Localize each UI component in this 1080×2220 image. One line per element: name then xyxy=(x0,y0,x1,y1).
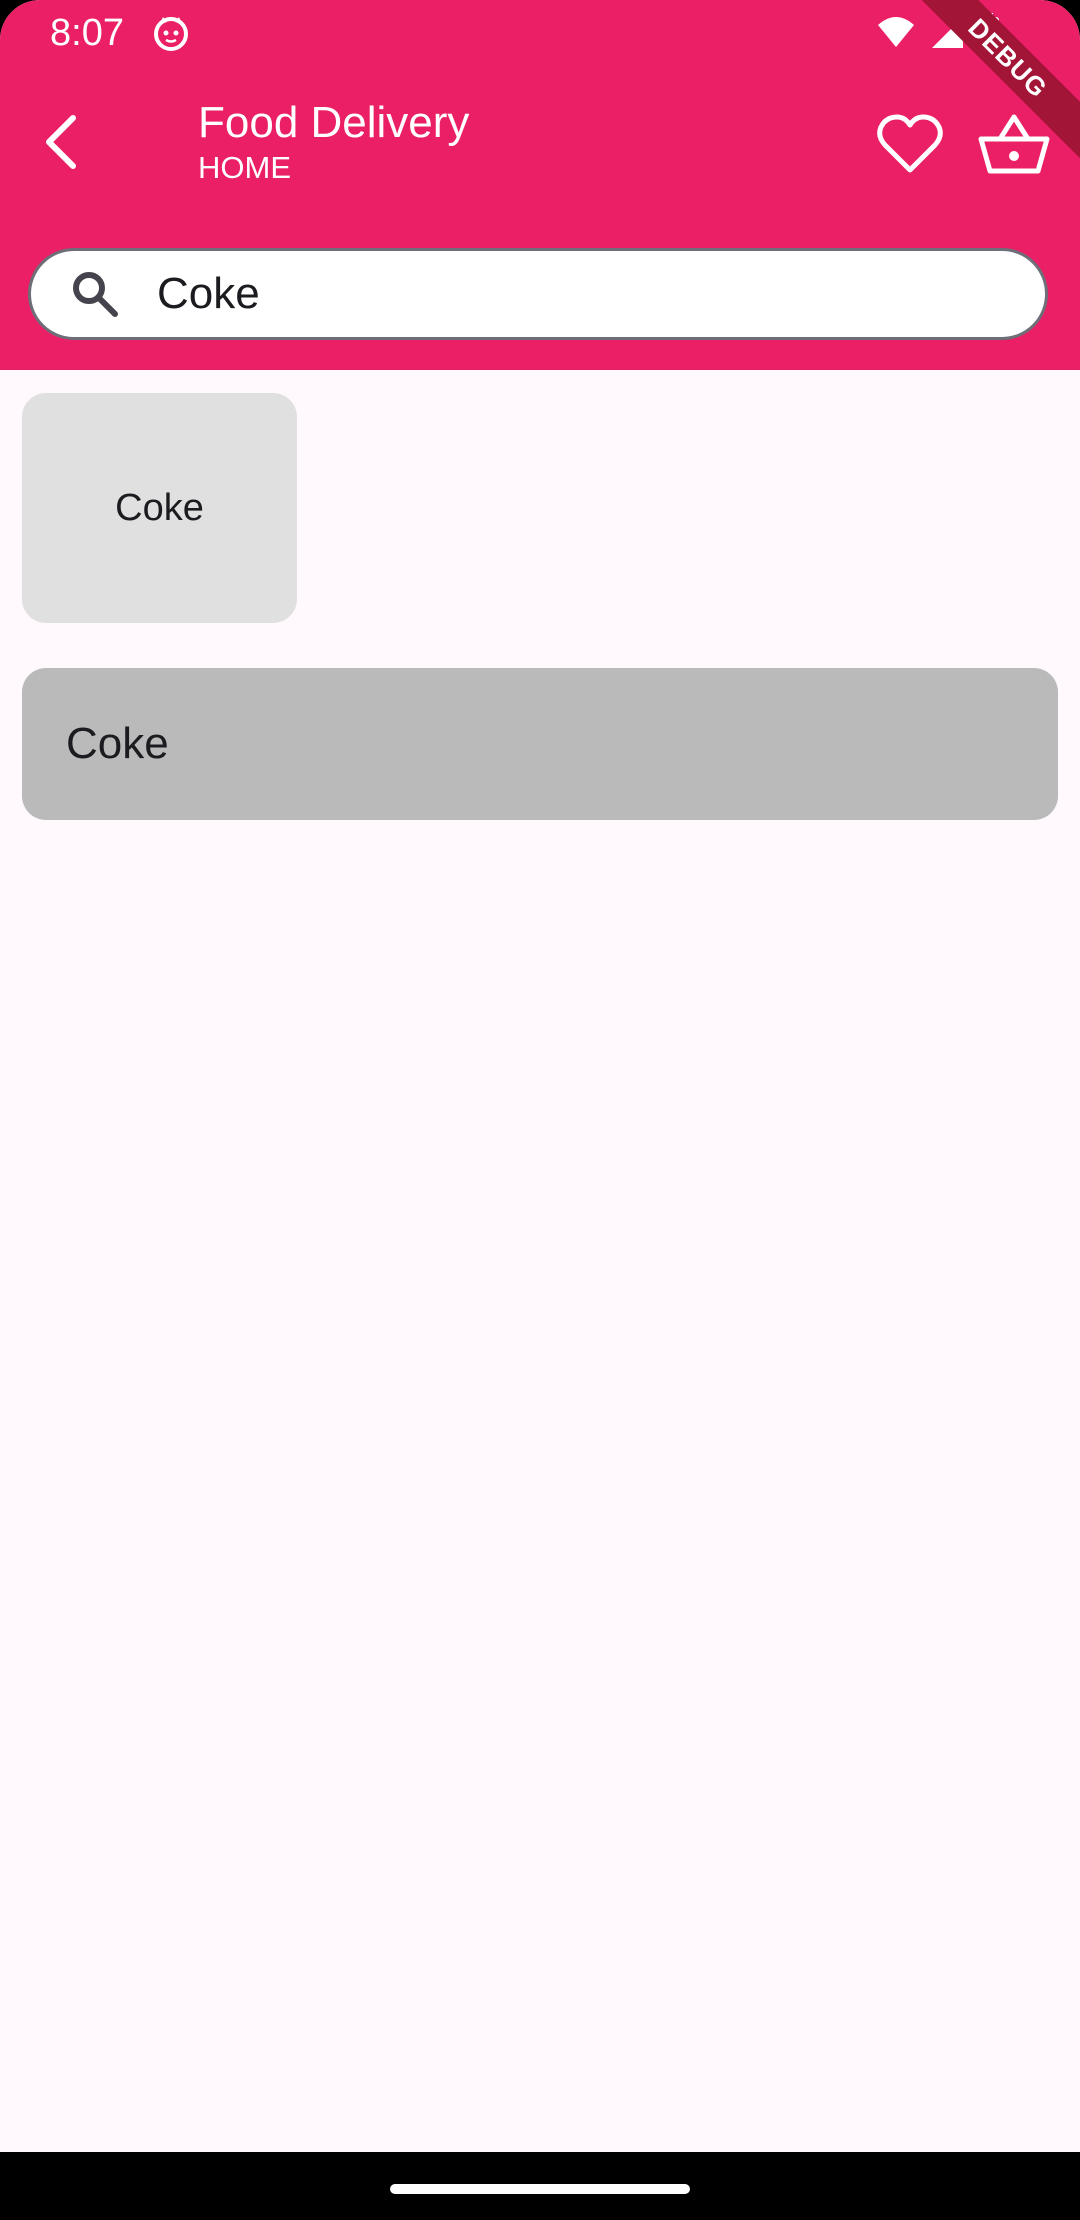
cell-signal-icon xyxy=(930,15,964,54)
status-bar: 8:07 xyxy=(0,0,1080,66)
back-button[interactable] xyxy=(26,104,96,184)
home-indicator[interactable] xyxy=(390,2184,690,2194)
basket-button[interactable] xyxy=(972,104,1056,188)
app-header: 8:07 DEBUG Food Delivery HOME Coke xyxy=(0,0,1080,370)
battery-icon xyxy=(978,12,1000,56)
cat-face-icon xyxy=(152,14,190,52)
system-navigation-bar xyxy=(0,2152,1080,2220)
heart-outline-icon xyxy=(877,114,943,179)
app-screen: 8:07 DEBUG Food Delivery HOME Coke Coke … xyxy=(0,0,1080,2220)
search-icon xyxy=(67,266,123,322)
favorites-button[interactable] xyxy=(868,104,952,188)
app-bar-title-block: Food Delivery HOME xyxy=(198,96,469,186)
result-row[interactable]: Coke xyxy=(22,668,1058,820)
result-tile[interactable]: Coke xyxy=(22,393,297,623)
chevron-left-icon xyxy=(39,112,83,177)
search-input[interactable] xyxy=(157,264,1017,324)
page-title: Food Delivery xyxy=(198,98,470,147)
search-bar[interactable] xyxy=(28,248,1048,340)
status-icons xyxy=(876,12,1000,56)
page-subtitle: HOME xyxy=(198,150,291,185)
wifi-icon xyxy=(876,15,916,54)
status-time: 8:07 xyxy=(50,12,124,54)
shopping-basket-icon xyxy=(978,113,1050,180)
